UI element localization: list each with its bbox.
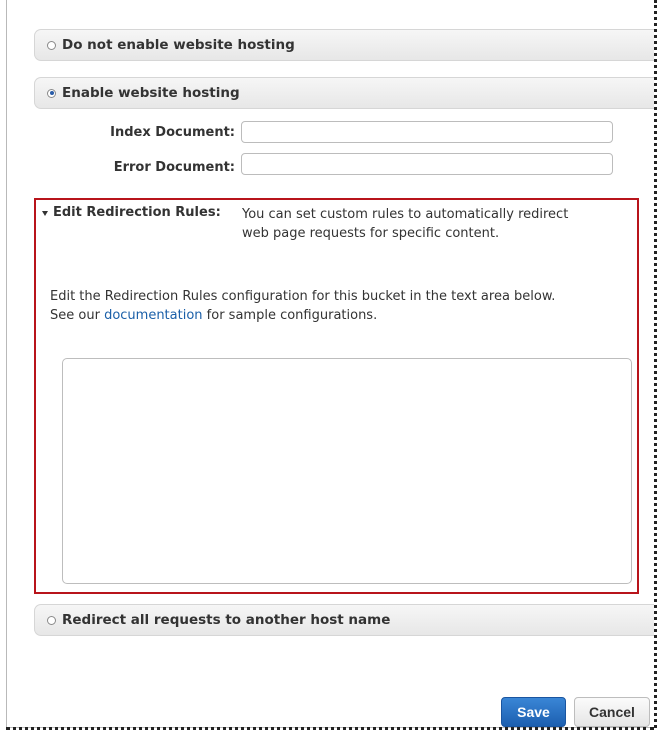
expand-triangle-icon[interactable] — [42, 211, 48, 216]
torn-edge-bottom — [6, 727, 654, 730]
edit-redirection-rules-label[interactable]: Edit Redirection Rules: — [53, 205, 221, 220]
redirection-help-text: Edit the Redirection Rules configuration… — [50, 287, 570, 325]
option-enable-hosting[interactable]: Enable website hosting — [34, 77, 654, 109]
option-redirect-all[interactable]: Redirect all requests to another host na… — [34, 604, 654, 636]
torn-edge-right — [654, 0, 657, 728]
redirection-description: You can set custom rules to automaticall… — [242, 207, 569, 241]
radio-selected-icon[interactable] — [47, 88, 56, 98]
cancel-button[interactable]: Cancel — [574, 697, 650, 727]
index-document-label: Index Document: — [110, 125, 235, 140]
index-document-input[interactable] — [241, 121, 613, 143]
error-document-label: Error Document: — [113, 160, 235, 175]
radio-unselected-icon[interactable] — [47, 40, 56, 50]
documentation-link[interactable]: documentation — [104, 308, 202, 323]
option-no-hosting-label: Do not enable website hosting — [62, 37, 295, 53]
redirection-rules-textarea[interactable] — [62, 358, 632, 584]
radio-unselected-icon[interactable] — [47, 615, 56, 625]
save-button[interactable]: Save — [501, 697, 566, 727]
error-document-input[interactable] — [241, 153, 613, 175]
help-text-end: for sample configurations. — [206, 308, 378, 323]
option-no-hosting[interactable]: Do not enable website hosting — [34, 29, 654, 61]
option-enable-hosting-label: Enable website hosting — [62, 85, 240, 101]
option-redirect-all-label: Redirect all requests to another host na… — [62, 612, 391, 628]
